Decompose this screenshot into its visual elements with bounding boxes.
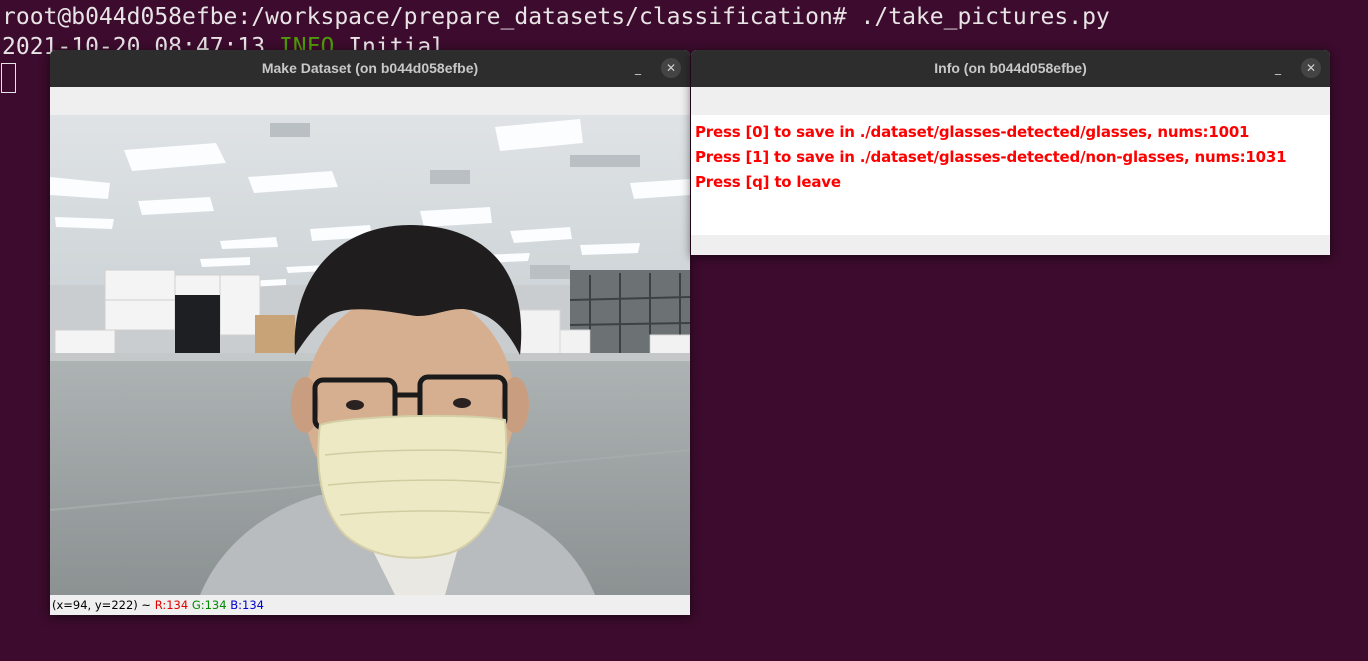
window-title: Make Dataset (on b044d058efbe): [261, 60, 479, 76]
info-window[interactable]: Info (on b044d058efbe) _ ✕ Press [0] to …: [691, 50, 1330, 255]
info-line-leave: Press [q] to leave: [695, 173, 841, 191]
status-coords: (x=94, y=222) ~: [52, 598, 155, 612]
camera-feed-image[interactable]: [50, 115, 690, 595]
info-line-save-non-glasses: Press [1] to save in ./dataset/glasses-d…: [695, 148, 1287, 166]
pixel-status-bar: (x=94, y=222) ~ R:134 G:134 B:134: [50, 595, 690, 615]
terminal-cursor: [1, 63, 16, 93]
window-titlebar[interactable]: Info (on b044d058efbe) _ ✕: [691, 50, 1330, 87]
info-text-canvas: Press [0] to save in ./dataset/glasses-d…: [691, 115, 1330, 235]
window-title: Info (on b044d058efbe): [934, 60, 1087, 76]
status-red-value: R:134: [154, 598, 189, 612]
info-bottom-bar: [691, 235, 1330, 255]
window-titlebar[interactable]: Make Dataset (on b044d058efbe) _ ✕: [50, 50, 690, 87]
close-button[interactable]: ✕: [661, 58, 681, 78]
window-toolbar: [691, 87, 1330, 115]
info-line-save-glasses: Press [0] to save in ./dataset/glasses-d…: [695, 123, 1250, 141]
minimize-button[interactable]: _: [1268, 58, 1288, 78]
terminal-command-line: root@b044d058efbe:/workspace/prepare_dat…: [2, 4, 1110, 30]
status-green-value: G:134: [191, 598, 227, 612]
close-button[interactable]: ✕: [1301, 58, 1321, 78]
window-toolbar: [50, 87, 690, 115]
make-dataset-window[interactable]: Make Dataset (on b044d058efbe) _ ✕ (x=94…: [50, 50, 690, 615]
minimize-button[interactable]: _: [628, 58, 648, 78]
status-blue-value: B:134: [230, 598, 264, 612]
camera-feed-scene: [50, 115, 690, 595]
